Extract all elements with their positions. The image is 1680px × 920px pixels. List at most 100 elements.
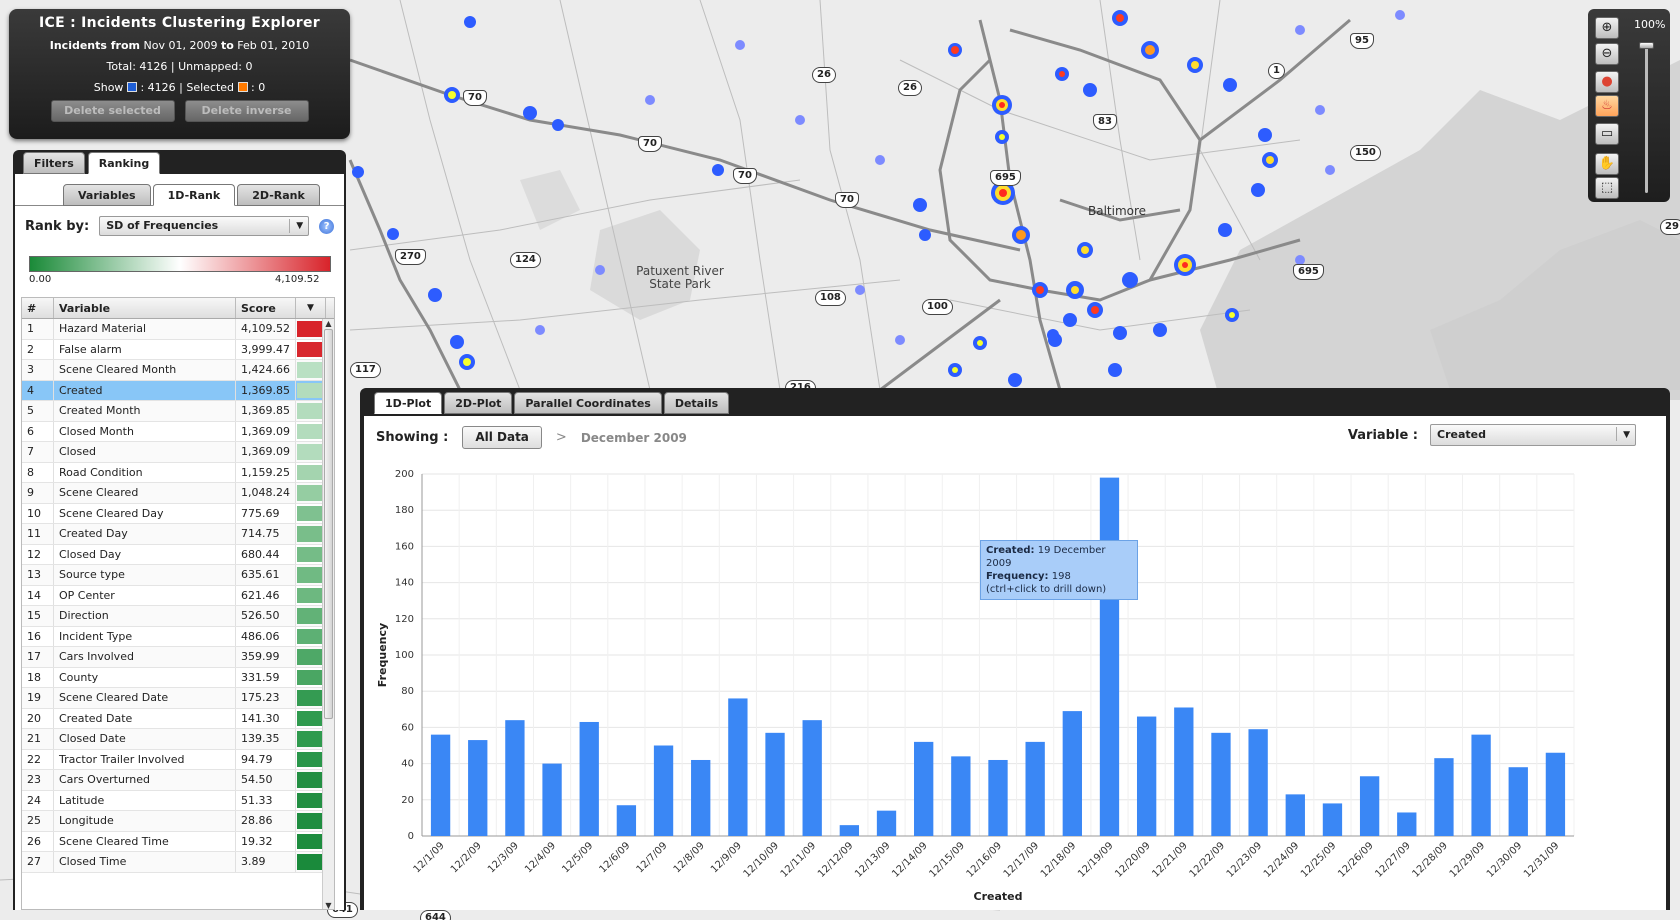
- table-row[interactable]: 21 Closed Date 139.35: [22, 729, 334, 750]
- table-row[interactable]: 19 Scene Cleared Date 175.23: [22, 688, 334, 709]
- table-row[interactable]: 17 Cars Involved 359.99: [22, 647, 334, 668]
- table-row[interactable]: 18 County 331.59: [22, 667, 334, 688]
- sort-desc-icon[interactable]: ▼: [296, 298, 326, 318]
- breadcrumb[interactable]: December 2009: [581, 431, 687, 445]
- x-tick-label: 12/11/09: [779, 840, 819, 880]
- row-score: 175.23: [236, 688, 296, 708]
- table-scrollbar[interactable]: ▲ ▼: [322, 319, 334, 909]
- route-shield: 26: [898, 80, 922, 96]
- scroll-up-icon[interactable]: ▲: [323, 319, 334, 328]
- zoom-slider-track[interactable]: [1645, 45, 1648, 193]
- tab-ranking[interactable]: Ranking: [87, 152, 161, 174]
- tooltip-hint: (ctrl+click to drill down): [986, 584, 1107, 595]
- table-row[interactable]: 24 Latitude 51.33: [22, 790, 334, 811]
- heatmap-layer-icon[interactable]: ♨: [1595, 95, 1619, 117]
- tab-1d-plot[interactable]: 1D-Plot: [374, 392, 443, 414]
- tab-filters[interactable]: Filters: [23, 152, 85, 174]
- zoom-level: 100%: [1634, 18, 1666, 31]
- all-data-button[interactable]: All Data: [462, 426, 542, 449]
- bar-tooltip: Created: 19 December 2009 Frequency: 198…: [980, 540, 1138, 600]
- row-score: 1,369.09: [236, 442, 296, 462]
- subtab-variables[interactable]: Variables: [63, 184, 151, 206]
- table-row[interactable]: 27 Closed Time 3.89: [22, 852, 334, 873]
- y-tick-label: 140: [395, 578, 414, 589]
- subtab-1d-rank[interactable]: 1D-Rank: [152, 184, 236, 206]
- table-row[interactable]: 7 Closed 1,369.09: [22, 442, 334, 463]
- scroll-down-icon[interactable]: ▼: [323, 901, 334, 909]
- tab-details[interactable]: Details: [663, 392, 730, 414]
- x-tick-label: 12/2/09: [449, 840, 484, 875]
- bar: [1062, 711, 1082, 836]
- tooltip-created-label: Created:: [986, 545, 1035, 556]
- table-row[interactable]: 26 Scene Cleared Time 19.32: [22, 831, 334, 852]
- scrollbar-thumb[interactable]: [324, 329, 333, 719]
- bar: [1508, 767, 1528, 836]
- row-score: 139.35: [236, 729, 296, 749]
- table-row[interactable]: 11 Created Day 714.75: [22, 524, 334, 545]
- bar: [914, 741, 934, 836]
- subtab-2d-rank[interactable]: 2D-Rank: [237, 184, 320, 206]
- table-row[interactable]: 8 Road Condition 1,159.25: [22, 462, 334, 483]
- table-row[interactable]: 16 Incident Type 486.06: [22, 626, 334, 647]
- table-row[interactable]: 2 False alarm 3,999.47: [22, 339, 334, 360]
- column-header-score[interactable]: Score: [236, 298, 296, 318]
- table-row[interactable]: 15 Direction 526.50: [22, 606, 334, 627]
- row-variable: Closed: [54, 442, 236, 462]
- table-row[interactable]: 5 Created Month 1,369.85: [22, 401, 334, 422]
- zoom-out-icon[interactable]: ⊖: [1595, 43, 1619, 65]
- column-header-number[interactable]: #: [22, 298, 54, 318]
- chevron-down-icon: ▼: [1623, 430, 1630, 440]
- zoom-in-icon[interactable]: ⊕: [1595, 17, 1619, 39]
- table-row[interactable]: 23 Cars Overturned 54.50: [22, 770, 334, 791]
- row-score: 94.79: [236, 749, 296, 769]
- row-variable: Incident Type: [54, 626, 236, 646]
- bar: [951, 756, 971, 836]
- row-number: 16: [22, 626, 54, 646]
- score-swatch: [297, 669, 324, 685]
- row-variable: Scene Cleared Month: [54, 360, 236, 380]
- tab-parallel-coordinates[interactable]: Parallel Coordinates: [514, 392, 662, 414]
- table-row[interactable]: 1 Hazard Material 4,109.52: [22, 319, 334, 340]
- zoom-slider-thumb[interactable]: [1639, 42, 1654, 49]
- table-row[interactable]: 10 Scene Cleared Day 775.69: [22, 503, 334, 524]
- row-number: 8: [22, 462, 54, 482]
- cluster-layer-icon[interactable]: ●: [1595, 71, 1619, 93]
- table-row[interactable]: 14 OP Center 621.46: [22, 585, 334, 606]
- row-score: 1,369.85: [236, 401, 296, 421]
- x-tick-label: 12/29/09: [1448, 840, 1488, 880]
- row-variable: Hazard Material: [54, 319, 236, 339]
- delete-selected-button[interactable]: Delete selected: [50, 100, 175, 122]
- row-number: 13: [22, 565, 54, 585]
- frequency-bar-chart[interactable]: 0 20 40 60 80 100 120 140 160 180 200 12/1/09 12/2/0…: [364, 462, 1666, 910]
- row-variable: Created Day: [54, 524, 236, 544]
- basemap-toggle-icon[interactable]: ▭: [1595, 123, 1619, 145]
- bar: [839, 825, 860, 836]
- bar: [1471, 734, 1491, 836]
- column-header-variable[interactable]: Variable: [54, 298, 236, 318]
- rank-by-select[interactable]: SD of Frequencies ▼: [99, 216, 310, 236]
- table-row[interactable]: 12 Closed Day 680.44: [22, 544, 334, 565]
- bar: [505, 720, 525, 836]
- table-row[interactable]: 13 Source type 635.61: [22, 565, 334, 586]
- table-header: # Variable Score ▼: [22, 298, 334, 319]
- table-row[interactable]: 6 Closed Month 1,369.09: [22, 421, 334, 442]
- box-select-icon[interactable]: ⬚: [1595, 177, 1619, 199]
- table-row[interactable]: 9 Scene Cleared 1,048.24: [22, 483, 334, 504]
- table-row[interactable]: 3 Scene Cleared Month 1,424.66: [22, 360, 334, 381]
- table-row[interactable]: 4 Created 1,369.85: [22, 380, 334, 401]
- pan-hand-icon[interactable]: ✋: [1595, 153, 1619, 175]
- show-color-swatch: [126, 82, 137, 92]
- table-row[interactable]: 25 Longitude 28.86: [22, 811, 334, 832]
- route-shield: 644: [420, 910, 451, 920]
- delete-inverse-button[interactable]: Delete inverse: [184, 100, 309, 122]
- row-number: 25: [22, 811, 54, 831]
- help-icon[interactable]: ?: [319, 218, 335, 234]
- variable-select[interactable]: Created ▼: [1430, 424, 1636, 446]
- show-label: Show: [93, 81, 124, 94]
- row-number: 6: [22, 421, 54, 441]
- score-swatch: [297, 731, 324, 747]
- x-tick-label: 12/31/09: [1522, 840, 1562, 880]
- table-row[interactable]: 22 Tractor Trailer Involved 94.79: [22, 749, 334, 770]
- table-row[interactable]: 20 Created Date 141.30: [22, 708, 334, 729]
- tab-2d-plot[interactable]: 2D-Plot: [444, 392, 513, 414]
